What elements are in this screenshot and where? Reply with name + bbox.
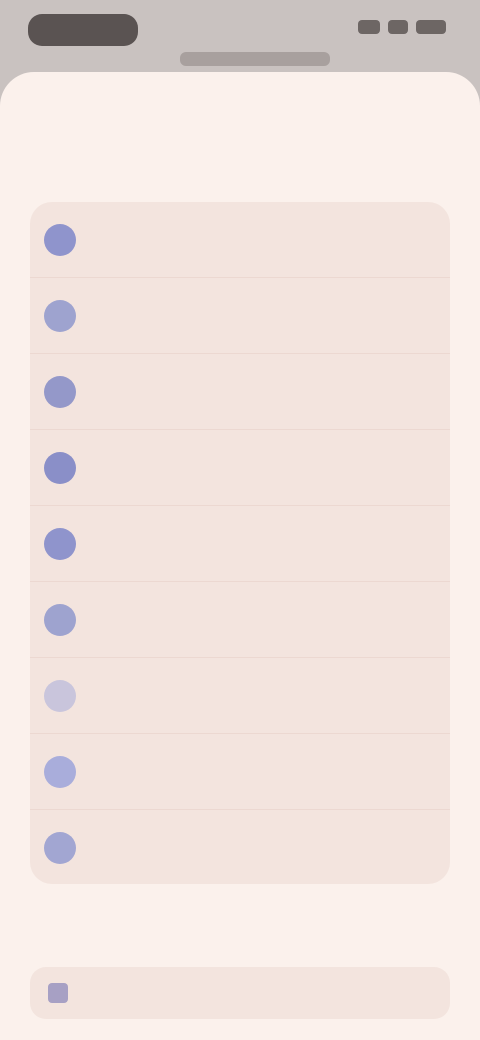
options-list (30, 202, 450, 884)
list-item[interactable] (30, 658, 450, 734)
item-avatar (44, 756, 76, 788)
signal-icon (358, 20, 380, 34)
item-avatar (44, 832, 76, 864)
secondary-action-button[interactable] (160, 106, 320, 134)
list-item[interactable] (30, 430, 450, 506)
item-avatar (44, 528, 76, 560)
list-item[interactable] (30, 506, 450, 582)
status-icons (358, 20, 446, 34)
item-avatar (44, 224, 76, 256)
item-avatar (44, 604, 76, 636)
list-item[interactable] (30, 202, 450, 278)
list-item[interactable] (30, 582, 450, 658)
status-time (28, 14, 138, 46)
list-item[interactable] (30, 354, 450, 430)
bottom-sheet (0, 72, 480, 1040)
list-item[interactable] (30, 734, 450, 810)
item-avatar (44, 680, 76, 712)
bottom-row[interactable] (30, 967, 450, 1019)
wifi-icon (388, 20, 408, 34)
primary-action-button[interactable] (368, 106, 448, 134)
item-avatar (44, 452, 76, 484)
sheet-header (0, 100, 480, 140)
bottom-row-icon (48, 983, 68, 1003)
item-avatar (44, 300, 76, 332)
status-bar (0, 0, 480, 75)
list-item[interactable] (30, 810, 450, 884)
battery-icon (416, 20, 446, 34)
item-avatar (44, 376, 76, 408)
status-notch (180, 52, 330, 66)
list-item[interactable] (30, 278, 450, 354)
